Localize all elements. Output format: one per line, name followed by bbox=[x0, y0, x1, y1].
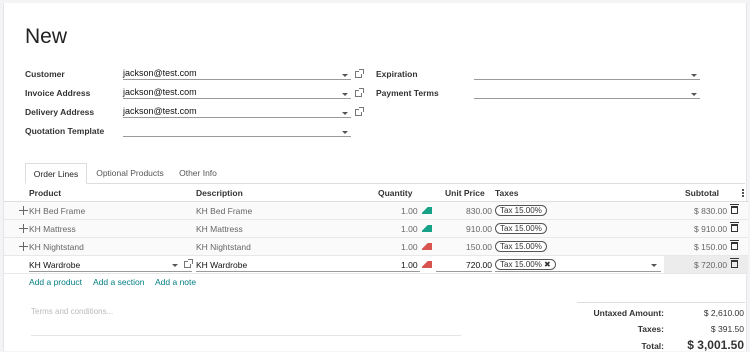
trash-icon[interactable] bbox=[730, 222, 739, 232]
taxes-label: Taxes: bbox=[637, 324, 664, 334]
forecast-chart-icon[interactable] bbox=[422, 243, 432, 250]
tab-optional-products[interactable]: Optional Products bbox=[88, 163, 172, 184]
payment-terms-label: Payment Terms bbox=[376, 88, 439, 98]
chevron-down-icon[interactable] bbox=[342, 93, 348, 96]
product-cell[interactable]: KH Nightstand bbox=[29, 242, 84, 252]
chevron-down-icon[interactable] bbox=[691, 93, 697, 96]
chevron-down-icon[interactable] bbox=[342, 131, 348, 134]
trash-icon[interactable] bbox=[730, 204, 739, 214]
total-value: $ 3,001.50 bbox=[687, 338, 744, 352]
add-product-link[interactable]: Add a product bbox=[29, 277, 82, 287]
column-header-description[interactable]: Description bbox=[196, 188, 243, 198]
customer-label: Customer bbox=[25, 69, 65, 79]
expiration-field[interactable] bbox=[474, 68, 700, 80]
untaxed-amount-value: $ 2,610.00 bbox=[703, 308, 744, 318]
drag-handle-icon[interactable] bbox=[19, 206, 28, 215]
unit-price-cell[interactable]: 830.00 bbox=[466, 206, 492, 216]
delivery-address-label: Delivery Address bbox=[25, 107, 95, 117]
optional-columns-icon[interactable] bbox=[742, 189, 744, 197]
taxes-input-underline bbox=[495, 271, 661, 272]
description-cell[interactable]: KH Bed Frame bbox=[196, 206, 252, 216]
description-cell[interactable]: KH Nightstand bbox=[196, 242, 251, 252]
chevron-down-icon[interactable] bbox=[691, 74, 697, 77]
quantity-cell[interactable]: 1.00 bbox=[401, 224, 418, 234]
chevron-down-icon[interactable] bbox=[651, 264, 657, 267]
subtotal-cell: $ 720.00 bbox=[694, 260, 728, 270]
chevron-down-icon[interactable] bbox=[342, 112, 348, 115]
expiration-label: Expiration bbox=[376, 69, 418, 79]
drag-handle-icon[interactable] bbox=[19, 242, 28, 251]
description-input[interactable]: KH Wardrobe bbox=[196, 260, 247, 270]
invoice-address-label: Invoice Address bbox=[25, 88, 91, 98]
subtotal-cell: $ 910.00 bbox=[694, 224, 728, 234]
terms-and-conditions-field[interactable]: Terms and conditions... bbox=[31, 307, 113, 316]
tab-other-info[interactable]: Other Info bbox=[172, 163, 224, 184]
payment-terms-field[interactable] bbox=[474, 87, 700, 99]
product-cell[interactable]: KH Bed Frame bbox=[29, 206, 85, 216]
page-title: New bbox=[25, 25, 68, 48]
forecast-chart-icon[interactable] bbox=[422, 225, 432, 232]
trash-icon[interactable] bbox=[730, 258, 739, 268]
add-section-link[interactable]: Add a section bbox=[93, 277, 145, 287]
column-header-unit-price[interactable]: Unit Price bbox=[445, 188, 485, 198]
external-link-icon[interactable] bbox=[355, 69, 364, 78]
product-input-underline bbox=[29, 271, 192, 272]
unit-price-input-underline bbox=[436, 271, 492, 272]
product-input[interactable]: KH Wardrobe bbox=[29, 260, 80, 270]
add-note-link[interactable]: Add a note bbox=[155, 277, 196, 287]
delivery-address-field[interactable]: jackson@test.com bbox=[123, 106, 351, 118]
column-header-product[interactable]: Product bbox=[29, 188, 61, 198]
quantity-cell[interactable]: 1.00 bbox=[401, 242, 418, 252]
subtotal-cell: $ 150.00 bbox=[694, 242, 728, 252]
tax-tag[interactable]: Tax 15.00% bbox=[495, 205, 547, 216]
tax-tag[interactable]: Tax 15.00% bbox=[495, 241, 547, 252]
product-cell[interactable]: KH Mattress bbox=[29, 224, 76, 234]
chevron-down-icon[interactable] bbox=[342, 74, 348, 77]
form-sheet: New Customer jackson@test.com Invoice Ad… bbox=[3, 3, 748, 352]
external-link-icon[interactable] bbox=[355, 88, 364, 97]
totals-divider bbox=[577, 302, 745, 303]
tab-order-lines[interactable]: Order Lines bbox=[25, 163, 87, 184]
tax-tag[interactable]: Tax 15.00% ✖ bbox=[495, 259, 556, 270]
column-header-subtotal[interactable]: Subtotal bbox=[685, 188, 719, 198]
forecast-chart-icon[interactable] bbox=[422, 261, 432, 268]
subtotal-cell: $ 830.00 bbox=[694, 206, 728, 216]
quotation-template-field[interactable] bbox=[123, 125, 351, 137]
drag-handle-icon[interactable] bbox=[19, 224, 28, 233]
description-input-underline bbox=[196, 271, 420, 272]
terms-underline bbox=[31, 335, 461, 336]
quantity-input[interactable]: 1.00 bbox=[401, 260, 418, 270]
external-link-icon[interactable] bbox=[355, 107, 364, 116]
description-cell[interactable]: KH Mattress bbox=[196, 224, 243, 234]
customer-field[interactable]: jackson@test.com bbox=[123, 68, 351, 80]
forecast-chart-icon[interactable] bbox=[422, 207, 432, 214]
external-link-icon[interactable] bbox=[184, 259, 193, 268]
table-row[interactable]: KH Mattress KH Mattress 1.00 910.00 Tax … bbox=[4, 220, 748, 238]
trash-icon[interactable] bbox=[730, 240, 739, 250]
taxes-value: $ 391.50 bbox=[710, 324, 744, 334]
table-row-editing[interactable]: KH Wardrobe KH Wardrobe 1.00 720.00 Tax … bbox=[4, 256, 748, 274]
tax-tag[interactable]: Tax 15.00% bbox=[495, 223, 547, 234]
table-row[interactable]: KH Nightstand KH Nightstand 1.00 150.00 … bbox=[4, 238, 748, 256]
unit-price-cell[interactable]: 910.00 bbox=[466, 224, 492, 234]
column-header-taxes[interactable]: Taxes bbox=[495, 188, 518, 198]
invoice-address-field[interactable]: jackson@test.com bbox=[123, 87, 351, 99]
unit-price-input[interactable]: 720.00 bbox=[466, 260, 492, 270]
column-header-quantity[interactable]: Quantity bbox=[378, 188, 412, 198]
chevron-down-icon[interactable] bbox=[172, 264, 178, 267]
untaxed-amount-label: Untaxed Amount: bbox=[593, 308, 664, 318]
table-row[interactable]: KH Bed Frame KH Bed Frame 1.00 830.00 Ta… bbox=[4, 202, 748, 220]
quantity-cell[interactable]: 1.00 bbox=[401, 206, 418, 216]
quotation-template-label: Quotation Template bbox=[25, 126, 105, 136]
unit-price-cell[interactable]: 150.00 bbox=[466, 242, 492, 252]
